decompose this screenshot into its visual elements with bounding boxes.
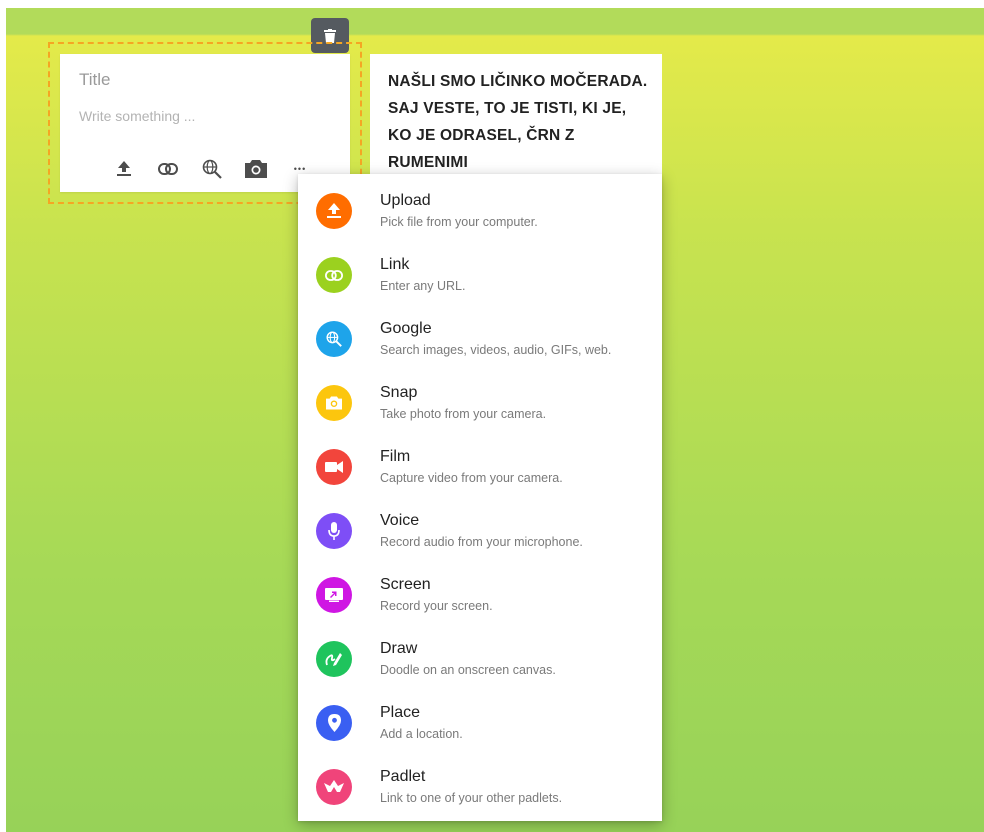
link-icon xyxy=(325,269,343,281)
menu-item-label: Link xyxy=(380,256,410,273)
menu-item-description: Add a location. xyxy=(380,727,463,741)
microphone-icon xyxy=(328,522,340,540)
upload-icon xyxy=(327,203,341,218)
upload-tool-button[interactable] xyxy=(102,154,146,184)
menu-item-label: Google xyxy=(380,320,432,337)
camera-icon xyxy=(326,396,342,410)
location-pin-icon xyxy=(327,714,341,732)
menu-item-label: Screen xyxy=(380,576,431,593)
menu-item-film[interactable]: Film Capture video from your camera. xyxy=(298,430,662,494)
google-search-icon xyxy=(326,331,342,347)
menu-item-description: Doodle on an onscreen canvas. xyxy=(380,663,556,677)
menu-item-description: Link to one of your other padlets. xyxy=(380,791,563,805)
menu-item-description: Record your screen. xyxy=(380,599,493,613)
menu-item-label: Draw xyxy=(380,640,418,657)
menu-item-snap[interactable]: Snap Take photo from your camera. xyxy=(298,366,662,430)
video-camera-icon xyxy=(325,461,343,473)
title-input[interactable]: Title xyxy=(79,70,111,90)
body-input[interactable]: Write something ... xyxy=(79,108,195,124)
menu-item-label: Film xyxy=(380,448,411,465)
menu-item-screen[interactable]: Screen Record your screen. xyxy=(298,558,662,622)
globe-search-icon xyxy=(202,159,222,179)
menu-item-label: Voice xyxy=(380,512,420,529)
camera-icon xyxy=(245,160,267,178)
attachment-menu: Upload Pick file from your computer. Lin… xyxy=(298,174,662,821)
menu-item-label: Place xyxy=(380,704,421,721)
menu-item-google[interactable]: Google Search images, videos, audio, GIF… xyxy=(298,302,662,366)
menu-item-icon-bg xyxy=(316,257,352,293)
trash-icon xyxy=(324,28,336,43)
upload-icon xyxy=(117,161,131,176)
menu-item-icon-bg xyxy=(316,641,352,677)
camera-tool-button[interactable] xyxy=(234,154,278,184)
menu-item-icon-bg xyxy=(316,577,352,613)
menu-item-icon-bg xyxy=(316,513,352,549)
menu-item-icon-bg xyxy=(316,449,352,485)
draw-icon xyxy=(325,653,342,666)
post-body: NAŠLI SMO LIČINKO MOČERADA. SAJ VESTE, T… xyxy=(388,73,648,171)
post-card[interactable]: NAŠLI SMO LIČINKO MOČERADA. SAJ VESTE, T… xyxy=(370,54,662,194)
menu-item-icon-bg xyxy=(316,769,352,805)
search-tool-button[interactable] xyxy=(190,154,234,184)
menu-item-description: Enter any URL. xyxy=(380,279,466,293)
menu-item-draw[interactable]: Draw Doodle on an onscreen canvas. xyxy=(298,622,662,686)
menu-item-icon-bg xyxy=(316,705,352,741)
menu-item-description: Search images, videos, audio, GIFs, web. xyxy=(380,343,612,357)
menu-item-description: Pick file from your computer. xyxy=(380,215,538,229)
link-tool-button[interactable] xyxy=(146,154,190,184)
menu-item-link[interactable]: Link Enter any URL. xyxy=(298,238,662,302)
menu-item-icon-bg xyxy=(316,321,352,357)
menu-item-voice[interactable]: Voice Record audio from your microphone. xyxy=(298,494,662,558)
menu-item-icon-bg xyxy=(316,193,352,229)
padlet-icon xyxy=(324,780,344,792)
more-icon: ••• xyxy=(293,164,307,174)
menu-item-description: Capture video from your camera. xyxy=(380,471,563,485)
menu-item-label: Upload xyxy=(380,192,431,209)
menu-item-icon-bg xyxy=(316,385,352,421)
screen-record-icon xyxy=(325,588,343,602)
menu-item-label: Padlet xyxy=(380,768,426,785)
post-composer: Title Write something ... ••• xyxy=(60,54,350,192)
attachment-toolbar: ••• xyxy=(102,154,322,184)
link-icon xyxy=(158,163,178,175)
menu-item-padlet[interactable]: Padlet Link to one of your other padlets… xyxy=(298,750,662,814)
menu-item-upload[interactable]: Upload Pick file from your computer. xyxy=(298,174,662,238)
menu-item-description: Record audio from your microphone. xyxy=(380,535,583,549)
menu-item-description: Take photo from your camera. xyxy=(380,407,547,421)
menu-item-label: Snap xyxy=(380,384,418,401)
menu-item-place[interactable]: Place Add a location. xyxy=(298,686,662,750)
